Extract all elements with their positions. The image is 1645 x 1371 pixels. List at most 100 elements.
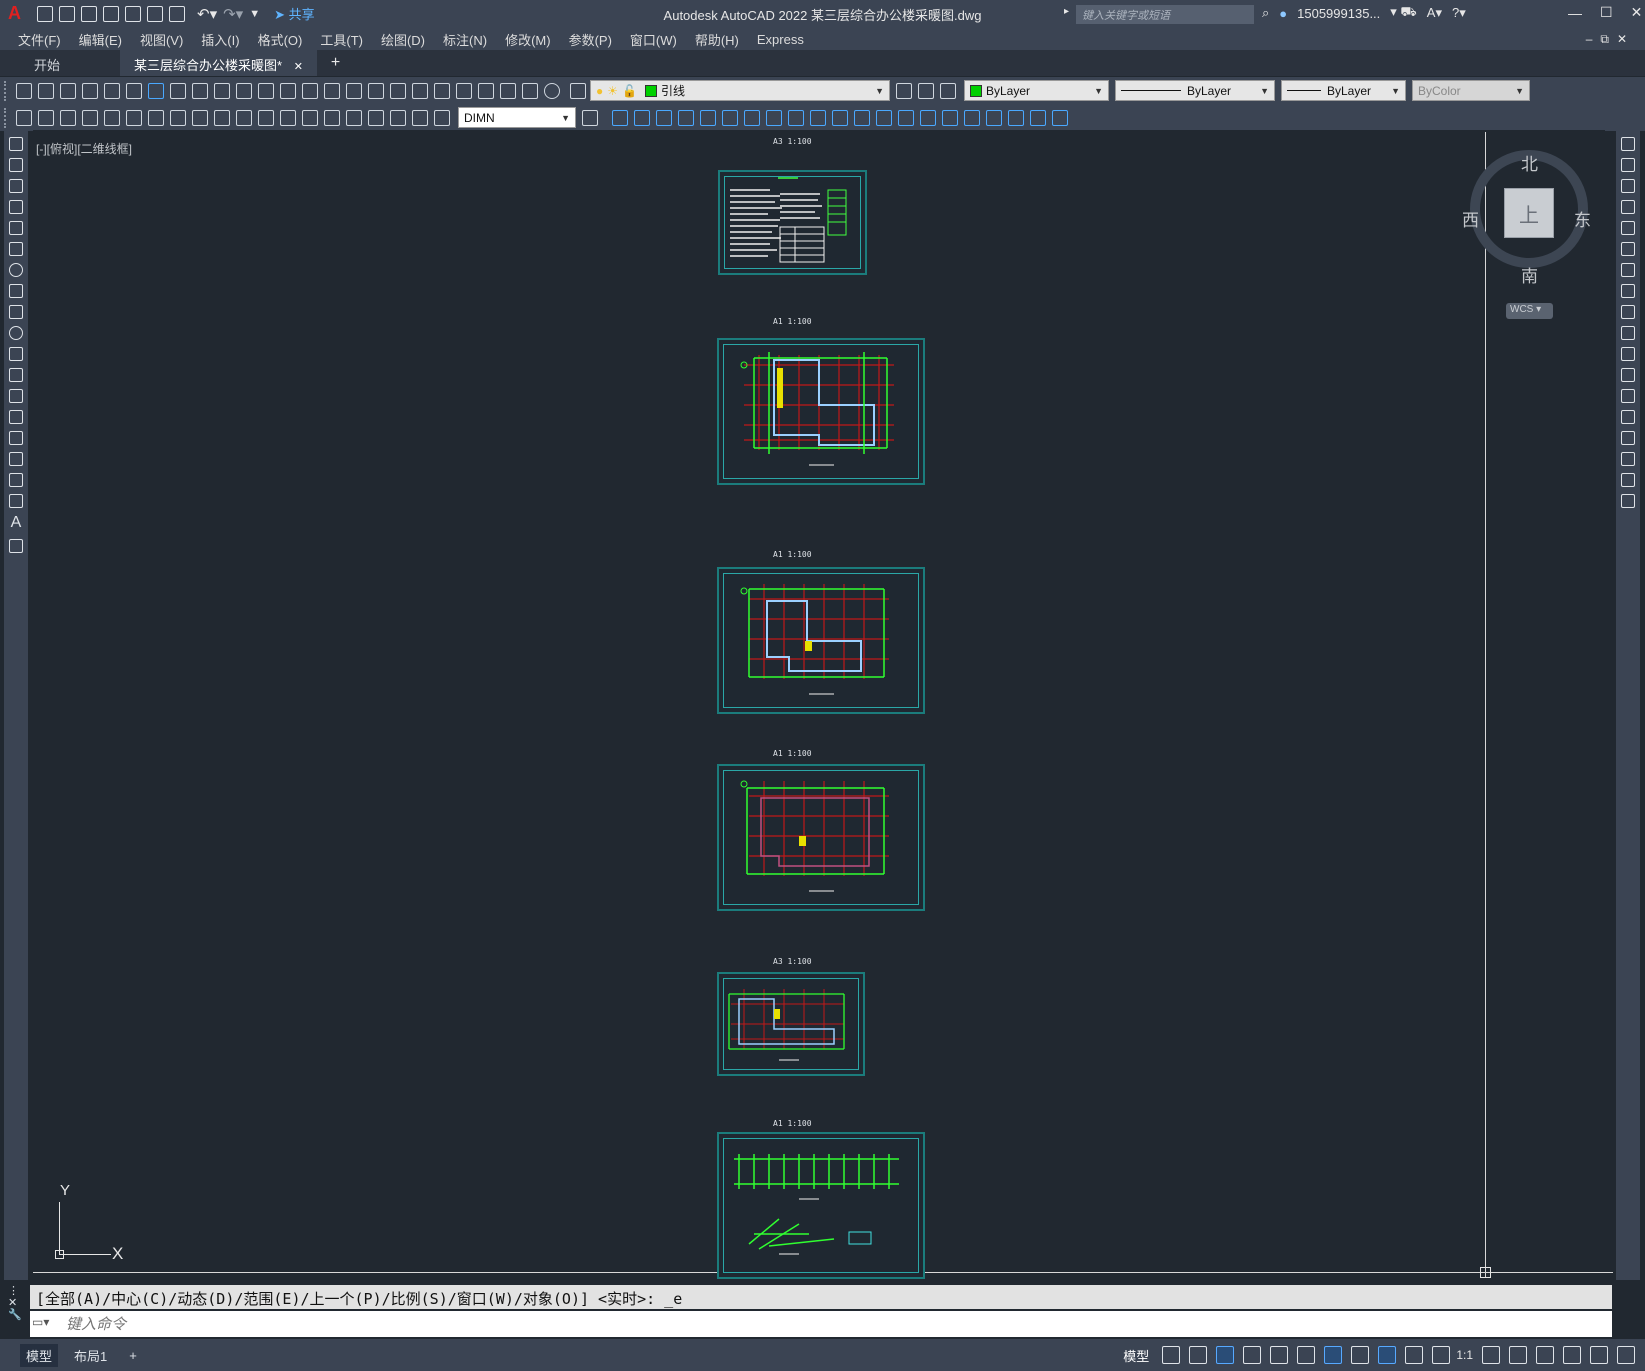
hardware-acceleration-icon[interactable] <box>1563 1346 1581 1364</box>
erase-icon[interactable] <box>612 109 628 126</box>
viewcube-top-face[interactable]: 上 <box>1504 188 1554 238</box>
make-block-icon[interactable] <box>9 389 23 403</box>
radius-icon[interactable] <box>104 109 120 126</box>
menu-parametric[interactable]: 参数(P) <box>569 30 612 49</box>
layer-combo[interactable]: ● ☀ 🔓 引线 ▼ <box>590 80 890 101</box>
command-prompt-icon[interactable]: ▭▾ <box>32 1315 49 1329</box>
extend-icon[interactable] <box>1621 347 1635 361</box>
tab-model[interactable]: 模型 <box>20 1343 59 1367</box>
stretch-icon[interactable] <box>1621 305 1635 319</box>
annotation-visibility-icon[interactable] <box>1378 1346 1397 1364</box>
fillet-icon[interactable] <box>1621 452 1635 466</box>
calculator-icon[interactable] <box>522 82 538 99</box>
close-window-icon[interactable]: ✕ <box>1631 4 1643 21</box>
arc-length-icon[interactable] <box>60 109 76 126</box>
snap-icon[interactable] <box>1189 1346 1208 1364</box>
break-icon[interactable] <box>854 109 870 126</box>
doc-window-controls[interactable]: –⧉✕ <box>1586 32 1635 47</box>
spline-icon[interactable] <box>9 305 23 319</box>
cut-icon[interactable] <box>170 82 186 99</box>
gradient-icon[interactable] <box>9 452 23 466</box>
viewcube[interactable]: 上 北 南 东 西 <box>1462 150 1591 286</box>
isodraft-icon[interactable] <box>1270 1346 1289 1364</box>
edit-array-icon[interactable] <box>1052 109 1068 126</box>
join-icon[interactable] <box>1621 410 1635 424</box>
offset-icon[interactable] <box>678 109 694 126</box>
blend-icon[interactable] <box>942 109 958 126</box>
scale-icon[interactable] <box>766 109 782 126</box>
search-input[interactable]: 键入关键字或短语 <box>1076 5 1254 24</box>
trim-icon[interactable] <box>810 109 826 126</box>
publish-icon[interactable] <box>126 82 142 99</box>
revision-cloud-icon[interactable] <box>9 284 23 298</box>
compass-west[interactable]: 西 <box>1462 206 1479 231</box>
zoom-realtime-icon[interactable] <box>346 82 362 99</box>
blend-curves-icon[interactable] <box>1621 473 1635 487</box>
chamfer-icon[interactable] <box>1621 431 1635 445</box>
tool-palettes-icon[interactable] <box>456 82 472 99</box>
3d-print-icon[interactable] <box>148 82 164 99</box>
minimize-icon[interactable]: — <box>1568 5 1582 21</box>
color-combo[interactable]: ByLayer ▼ <box>964 80 1109 101</box>
ellipse-icon[interactable] <box>9 326 23 340</box>
menu-edit[interactable]: 编辑(E) <box>79 30 122 49</box>
dim-update-icon[interactable] <box>434 109 450 126</box>
viewport-controls-label[interactable]: [-][俯视][二维线框] <box>36 140 132 157</box>
rotate-icon[interactable] <box>1621 263 1635 277</box>
drawing-sheet-plan-2[interactable] <box>717 567 925 714</box>
compass-south[interactable]: 南 <box>1521 262 1538 287</box>
layer-previous-icon[interactable] <box>918 82 934 99</box>
fillet-icon[interactable] <box>920 109 936 126</box>
drawing-sheet-plan-1[interactable] <box>717 338 925 485</box>
edit-polyline-icon[interactable] <box>986 109 1002 126</box>
toolbar-grip[interactable] <box>4 80 10 101</box>
menu-format[interactable]: 格式(O) <box>258 30 303 49</box>
maximize-icon[interactable]: ☐ <box>1600 4 1613 21</box>
line-icon[interactable] <box>9 137 23 151</box>
a360-icon[interactable]: A▾ <box>1427 5 1442 21</box>
tab-start[interactable]: 开始 <box>0 50 120 76</box>
annotation-scale-icon[interactable] <box>1432 1346 1451 1364</box>
menu-view[interactable]: 视图(V) <box>140 30 183 49</box>
baseline-icon[interactable] <box>214 109 230 126</box>
menu-window[interactable]: 窗口(W) <box>630 30 677 49</box>
dimstyle-manager-icon[interactable] <box>582 109 598 126</box>
ellipse-arc-icon[interactable] <box>9 347 23 361</box>
insert-block-icon[interactable] <box>9 368 23 382</box>
explode-icon[interactable] <box>964 109 980 126</box>
erase-icon[interactable] <box>1621 137 1635 151</box>
block-editor-icon[interactable] <box>258 82 274 99</box>
edit-spline-icon[interactable] <box>1008 109 1024 126</box>
edit-hatch-icon[interactable] <box>1030 109 1046 126</box>
move-icon[interactable] <box>1621 242 1635 256</box>
compass-east[interactable]: 东 <box>1574 206 1591 231</box>
mirror-icon[interactable] <box>656 109 672 126</box>
sheet-set-icon[interactable] <box>478 82 494 99</box>
open-icon[interactable] <box>38 82 54 99</box>
plotstyle-combo[interactable]: ByColor ▼ <box>1412 80 1530 101</box>
offset-icon[interactable] <box>1621 200 1635 214</box>
menu-insert[interactable]: 插入(I) <box>201 30 239 49</box>
zoom-previous-icon[interactable] <box>390 82 406 99</box>
diameter-icon[interactable] <box>148 109 164 126</box>
break-icon[interactable] <box>1621 389 1635 403</box>
arc-icon[interactable] <box>9 242 23 256</box>
print-icon[interactable] <box>82 82 98 99</box>
compass-north[interactable]: 北 <box>1521 150 1538 175</box>
tolerance-icon[interactable] <box>302 109 318 126</box>
linear-dim-icon[interactable] <box>16 109 32 126</box>
search-arrow-icon[interactable]: ▸ <box>1064 6 1069 17</box>
user-name[interactable]: 1505999135... <box>1297 6 1380 21</box>
menu-dimension[interactable]: 标注(N) <box>443 30 487 49</box>
pan-icon[interactable] <box>324 82 340 99</box>
model-space-button[interactable]: 模型 <box>1123 1346 1149 1365</box>
add-selected-icon[interactable] <box>9 539 23 553</box>
break-at-point-icon[interactable] <box>1621 368 1635 382</box>
table-icon[interactable] <box>9 494 23 508</box>
user-icon[interactable]: ● <box>1279 6 1287 21</box>
copy-object-icon[interactable] <box>634 109 650 126</box>
match-properties-icon[interactable] <box>236 82 252 99</box>
menu-tools[interactable]: 工具(T) <box>320 30 363 49</box>
zoom-window-icon[interactable] <box>368 82 384 99</box>
jogged-icon[interactable] <box>126 109 142 126</box>
